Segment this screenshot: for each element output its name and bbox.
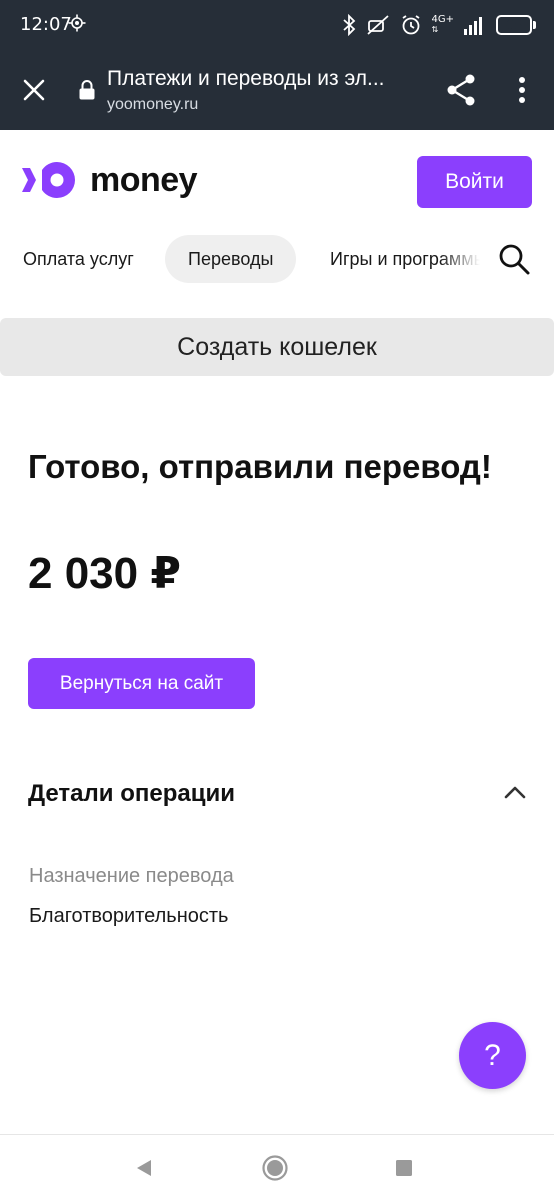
yoomoney-logo[interactable]: money	[22, 160, 198, 200]
nav-item-transfers[interactable]: Переводы	[165, 235, 297, 283]
lock-icon[interactable]	[78, 79, 96, 101]
nav-item-payments[interactable]: Оплата услуг	[23, 235, 134, 283]
login-button[interactable]: Войти	[417, 156, 532, 208]
help-button[interactable]: ?	[459, 1022, 526, 1089]
browser-toolbar: Платежи и переводы из эл... yoomoney.ru	[0, 50, 554, 130]
transfer-amount: 2 030 ₽	[28, 549, 181, 598]
gear-icon	[68, 14, 86, 32]
category-nav: Оплата услуг Переводы Игры и программы	[0, 235, 554, 285]
purpose-label: Назначение перевода	[29, 865, 234, 887]
home-icon[interactable]	[262, 1155, 288, 1181]
purpose-value: Благотворительность	[29, 905, 229, 927]
create-wallet-button[interactable]: Создать кошелек	[0, 318, 554, 376]
share-icon[interactable]	[444, 72, 478, 108]
search-icon[interactable]	[497, 242, 531, 276]
network-label: 4G+	[431, 14, 455, 25]
alarm-icon	[402, 15, 419, 35]
recents-icon[interactable]	[396, 1160, 412, 1176]
network-indicator: 4G+ ⇅	[431, 14, 455, 35]
signal-icon	[464, 17, 482, 35]
page-title[interactable]: Платежи и переводы из эл...	[107, 67, 407, 91]
back-icon[interactable]	[135, 1159, 153, 1177]
battery-level: 68	[505, 18, 523, 32]
status-time: 12:07	[20, 14, 72, 35]
more-options-icon[interactable]	[510, 74, 534, 106]
silent-icon	[366, 15, 389, 35]
status-icons: 4G+ ⇅ 68	[342, 13, 536, 37]
return-to-site-button[interactable]: Вернуться на сайт	[28, 658, 255, 709]
yoomoney-logo-icon	[22, 162, 75, 198]
url-display[interactable]: yoomoney.ru	[107, 96, 198, 114]
bluetooth-icon	[342, 14, 355, 36]
nav-item-games[interactable]: Игры и программы	[330, 235, 480, 283]
android-nav-bar	[0, 1134, 554, 1200]
battery-icon: 68	[496, 15, 532, 35]
details-heading[interactable]: Детали операции	[28, 780, 235, 808]
close-icon[interactable]	[18, 74, 50, 106]
success-heading: Готово, отправили перевод!	[28, 448, 492, 485]
chevron-up-icon[interactable]	[503, 784, 527, 800]
nav-item-games-label: Игры и программы	[330, 248, 480, 269]
status-bar: 12:07 4G+ ⇅ 68	[0, 0, 554, 50]
brand-name: money	[90, 160, 198, 199]
